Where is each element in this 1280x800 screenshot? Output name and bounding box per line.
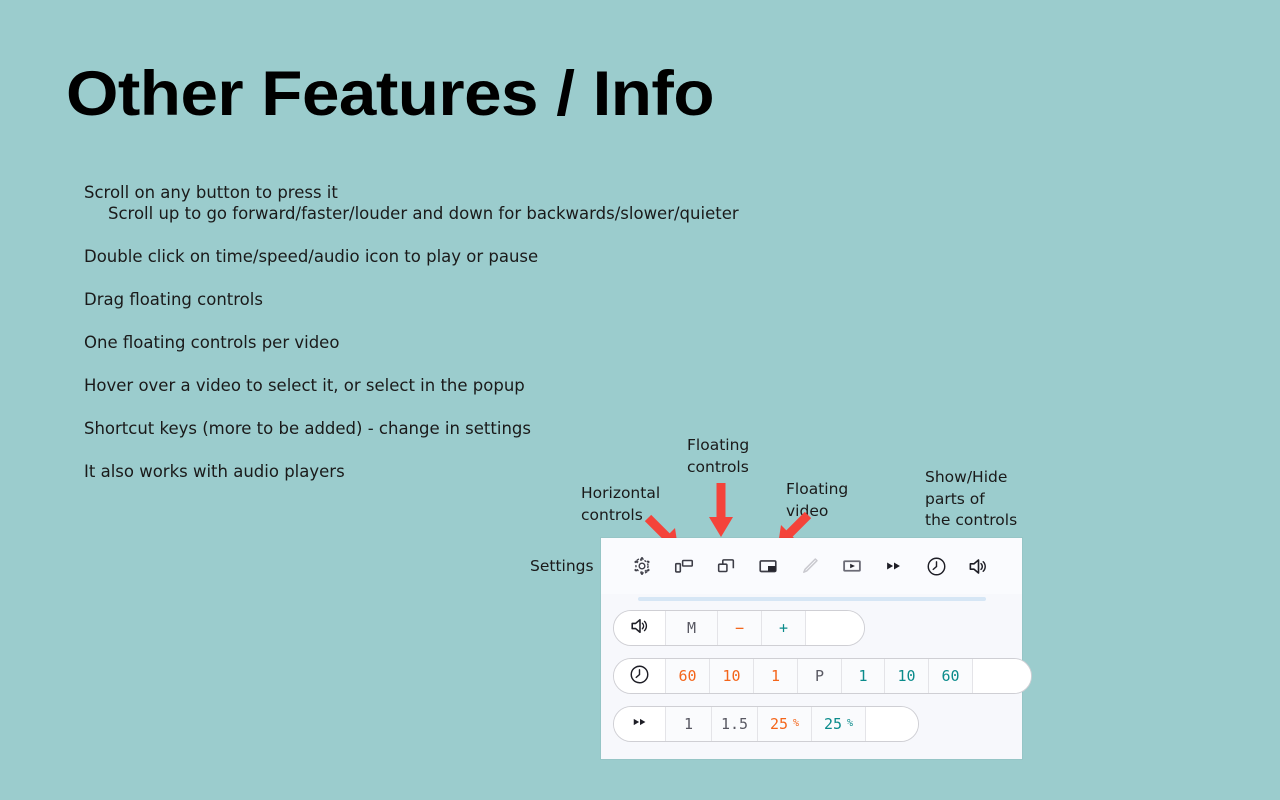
cell-value: 1 <box>683 715 694 733</box>
floating-controls-icon <box>715 555 737 577</box>
video-toggle-button[interactable] <box>831 545 873 587</box>
speed-row-cell[interactable]: 25% <box>758 707 812 741</box>
time-row-cell[interactable]: 1 <box>842 659 885 693</box>
speed-row-cell[interactable]: 1.5 <box>712 707 758 741</box>
feature-line: Scroll on any button to press it <box>84 183 338 202</box>
feature-line: Shortcut keys (more to be added) - chang… <box>84 419 531 438</box>
audio-row-cell[interactable]: + <box>762 611 806 645</box>
speed-row-spacer-cell <box>866 707 918 741</box>
time-row-spacer-cell <box>973 659 1031 693</box>
annotation-settings: Settings <box>530 557 594 575</box>
time-row-cell[interactable]: 10 <box>710 659 754 693</box>
feature-line: It also works with audio players <box>84 462 345 481</box>
cell-unit: % <box>847 717 854 729</box>
cell-value: + <box>778 619 789 637</box>
cell-value: 1 <box>770 667 781 685</box>
speed-toggle-button[interactable] <box>873 545 915 587</box>
video-frame-icon <box>841 555 863 577</box>
speed-row-cell[interactable]: 25% <box>812 707 866 741</box>
cell-value: M <box>686 619 697 637</box>
time-row-cell[interactable]: P <box>798 659 842 693</box>
speed-row-cell[interactable]: 1 <box>666 707 712 741</box>
feature-list: Scroll on any button to press it Scroll u… <box>84 182 884 504</box>
audio-row-cell[interactable]: M <box>666 611 718 645</box>
page-title: Other Features / Info <box>66 59 715 129</box>
feature-line: Drag floating controls <box>84 290 263 309</box>
speed-row-icon-button[interactable] <box>614 707 666 741</box>
time-toggle-button[interactable] <box>915 545 957 587</box>
audio-control-row: M − + <box>613 610 865 646</box>
progress-track <box>638 597 986 601</box>
audio-row-cell[interactable]: − <box>718 611 762 645</box>
annotation-horizontal-controls: Horizontal controls <box>581 484 661 524</box>
controls-toolbar <box>601 538 1022 594</box>
feature-line: Double click on time/speed/audio icon to… <box>84 247 539 266</box>
cell-value: 60 <box>678 667 697 685</box>
clock-icon <box>628 663 651 690</box>
audio-row-spacer-cell <box>806 611 864 645</box>
clock-icon <box>925 555 948 578</box>
time-row-cell[interactable]: 60 <box>666 659 710 693</box>
edit-button[interactable] <box>789 545 831 587</box>
floating-video-button[interactable] <box>747 545 789 587</box>
pencil-icon <box>799 555 821 577</box>
speed-control-row: 1 1.5 25% 25% <box>613 706 919 742</box>
gear-icon <box>631 555 653 577</box>
cell-value: 25 <box>769 715 789 733</box>
time-row-cell[interactable]: 10 <box>885 659 929 693</box>
time-row-cell[interactable]: 60 <box>929 659 973 693</box>
feature-line: One floating controls per video <box>84 333 340 352</box>
annotation-floating-controls: Floating controls <box>687 436 750 476</box>
cell-value: 60 <box>941 667 960 685</box>
speaker-icon <box>967 555 990 578</box>
cell-value: 10 <box>722 667 741 685</box>
annotation-show-hide: Show/Hide parts of the controls <box>925 468 1018 529</box>
annotation-floating-video: Floating video <box>786 480 849 520</box>
cell-value: 1.5 <box>720 715 749 733</box>
horizontal-controls-button[interactable] <box>663 545 705 587</box>
cell-value: 25 <box>823 715 843 733</box>
fast-forward-icon <box>630 712 650 736</box>
floating-controls-button[interactable] <box>705 545 747 587</box>
audio-toggle-button[interactable] <box>957 545 999 587</box>
cell-value: 10 <box>897 667 916 685</box>
cell-value: − <box>734 619 745 637</box>
time-row-icon-button[interactable] <box>614 659 666 693</box>
settings-button[interactable] <box>621 545 663 587</box>
fast-forward-icon <box>883 555 905 577</box>
cell-value: P <box>814 667 825 685</box>
horizontal-controls-icon <box>673 555 695 577</box>
progress-bar[interactable] <box>638 594 986 604</box>
feature-line: Hover over a video to select it, or sele… <box>84 376 525 395</box>
time-row-cell[interactable]: 1 <box>754 659 798 693</box>
time-control-row: 60 10 1 P 1 10 60 <box>613 658 1032 694</box>
feature-line: Scroll up to go forward/faster/louder an… <box>108 204 739 223</box>
video-controls-panel: M − + 60 10 1 P 1 10 60 1 1.5 25% 25% <box>601 538 1032 759</box>
audio-row-icon-button[interactable] <box>614 611 666 645</box>
speaker-icon <box>629 615 651 641</box>
picture-in-picture-icon <box>757 555 779 577</box>
cell-value: 1 <box>858 667 868 685</box>
cell-unit: % <box>793 717 800 729</box>
